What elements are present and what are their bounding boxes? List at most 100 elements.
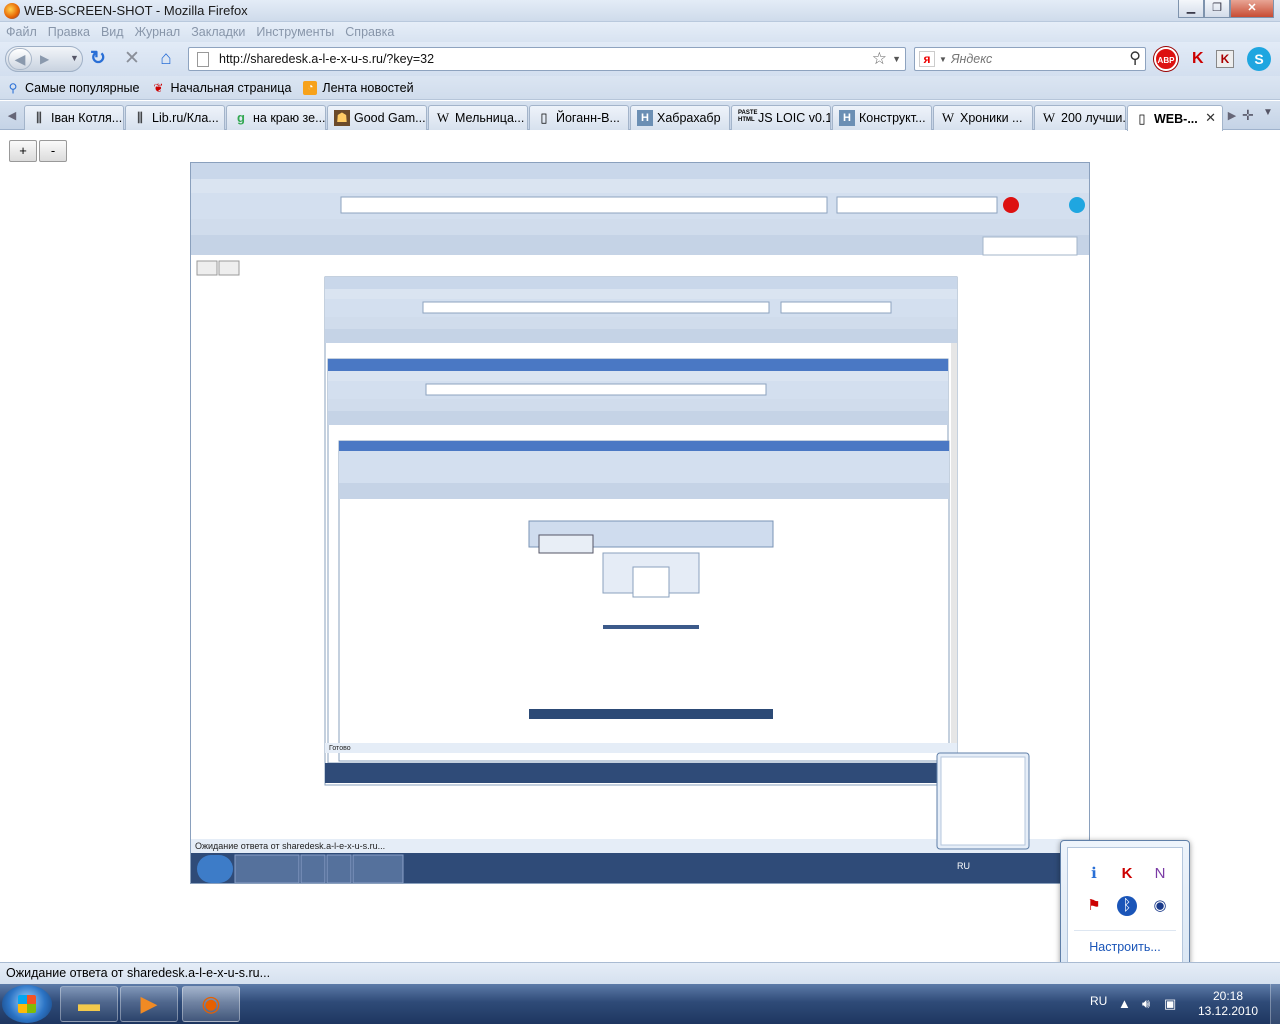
status-text: Ожидание ответа от sharedesk.a-l-e-x-u-s… xyxy=(6,966,271,980)
tab-na-krayu[interactable]: g на краю зе... xyxy=(226,105,326,130)
zoom-in-button[interactable]: + xyxy=(9,140,37,162)
menu-history[interactable]: Журнал xyxy=(135,25,181,39)
media-player-icon: ▶ xyxy=(140,991,158,1016)
bookmark-most-visited[interactable]: ⚲ Самые популярные xyxy=(6,80,140,95)
adblock-plus-icon[interactable]: ABP xyxy=(1154,47,1178,71)
show-hidden-icons-icon[interactable]: ▲ xyxy=(1118,996,1131,1011)
tab-web-screen-shot[interactable]: ▯ WEB-... ✕ xyxy=(1127,105,1223,131)
new-tab-icon[interactable]: ✛ xyxy=(1242,107,1254,124)
search-bar[interactable]: я ▼ ⚲ xyxy=(914,47,1146,71)
engine-dropdown-icon[interactable]: ▼ xyxy=(939,55,947,64)
window-controls: ▁ ❐ ✕ xyxy=(1178,0,1274,18)
network-icon[interactable]: ▣ xyxy=(1164,996,1176,1012)
tab-scroll-right-icon[interactable]: ▶ xyxy=(1222,105,1242,127)
tab-hroniki[interactable]: W Хроники ... xyxy=(933,105,1033,130)
tab-lib-ru[interactable]: ⫼ Lib.ru/Кла... xyxy=(125,105,225,130)
svg-text:RU: RU xyxy=(957,861,970,871)
zoom-out-button[interactable]: - xyxy=(39,140,67,162)
google-icon: g xyxy=(237,110,245,125)
bookmarks-toolbar: ⚲ Самые популярные ❦ Начальная страница … xyxy=(0,76,1280,100)
flag-error-icon[interactable]: ⚑ xyxy=(1084,896,1104,916)
smart-bookmarks-icon: ⚲ xyxy=(8,80,18,95)
tab-js-loic[interactable]: PASTE HTML JS LOIC v0.1 xyxy=(731,105,831,130)
nested-ready-text: Готово xyxy=(329,745,351,752)
menu-help[interactable]: Справка xyxy=(345,25,394,39)
tab-list-icon[interactable]: ▼ xyxy=(1263,107,1273,118)
stop-icon[interactable]: ✕ xyxy=(122,49,142,69)
tab-konstruktor[interactable]: H Конструкт... xyxy=(832,105,932,130)
minimize-button[interactable]: ▁ xyxy=(1178,0,1204,18)
bookmark-news-feed[interactable]: ◔ Лента новостей xyxy=(303,80,414,95)
search-icon[interactable]: ⚲ xyxy=(1129,48,1141,68)
bookmark-start-page[interactable]: ❦ Начальная страница xyxy=(151,81,291,95)
url-input[interactable] xyxy=(219,50,839,68)
back-button[interactable]: ◀ xyxy=(8,48,32,70)
clock-time: 20:18 xyxy=(1212,989,1244,1003)
nested-status-text: Ожидание ответа от sharedesk.a-l-e-x-u-s… xyxy=(195,841,386,851)
network-info-icon[interactable]: ℹ xyxy=(1084,864,1104,884)
taskbar-media-player[interactable]: ▶ xyxy=(120,986,178,1022)
game-icon: ☗ xyxy=(334,110,350,126)
tab-close-icon[interactable]: ✕ xyxy=(1205,110,1216,126)
home-icon[interactable]: ⌂ xyxy=(156,49,176,69)
search-input[interactable] xyxy=(951,50,1121,68)
tray-configure-link[interactable]: Настроить... xyxy=(1068,940,1182,954)
taskbar-firefox[interactable]: ◉ xyxy=(182,986,240,1022)
tab-johann[interactable]: ▯ Йоганн-В... xyxy=(529,105,629,130)
history-dropdown-icon[interactable]: ▼ xyxy=(70,53,79,63)
tab-200-luchshih[interactable]: W 200 лучши... xyxy=(1034,105,1126,130)
menu-tools[interactable]: Инструменты xyxy=(256,25,334,39)
firefox-logo-icon xyxy=(4,3,20,19)
wikipedia-icon: W xyxy=(436,110,450,125)
tab-melnitsa[interactable]: W Мельница... xyxy=(428,105,528,130)
clock-date: 13.12.2010 xyxy=(1197,1004,1259,1018)
pastehtml-icon: PASTE HTML xyxy=(738,110,758,123)
wikipedia-icon: W xyxy=(1042,110,1056,125)
language-indicator[interactable]: RU xyxy=(1090,994,1107,1008)
site-identity-icon[interactable] xyxy=(197,52,209,67)
close-button[interactable]: ✕ xyxy=(1230,0,1274,18)
menu-view[interactable]: Вид xyxy=(101,25,124,39)
tab-scroll-left-icon[interactable]: ◀ xyxy=(2,105,22,127)
tab-strip: ◀ ⫼ Іван Котля... ⫼ Lib.ru/Кла... g на к… xyxy=(0,101,1280,131)
bluetooth-icon[interactable]: ᛒ xyxy=(1117,896,1137,916)
window-title: WEB-SCREEN-SHOT - Mozilla Firefox xyxy=(24,3,248,18)
start-button[interactable] xyxy=(2,985,52,1023)
skype-icon[interactable]: S xyxy=(1247,47,1271,71)
habr-icon: H xyxy=(637,110,653,126)
tray-popup-divider xyxy=(1074,930,1176,931)
clock[interactable]: 20:18 13.12.2010 xyxy=(1190,989,1266,1019)
kaspersky-icon[interactable]: K xyxy=(1117,864,1137,884)
url-dropdown-icon[interactable]: ▼ xyxy=(892,54,901,64)
explorer-icon: ▬ xyxy=(78,991,100,1016)
taskbar-explorer[interactable]: ▬ xyxy=(60,986,118,1022)
tab-good-games[interactable]: ☗ Good Gam... xyxy=(327,105,427,130)
navigation-toolbar: ◀ ▶ ▼ ↻ ✕ ⌂ ☆ ▼ я ▼ ⚲ ABP K K S xyxy=(0,42,1280,76)
volume-icon[interactable]: 🔊︎ xyxy=(1142,996,1150,1012)
yandex-engine-icon[interactable]: я xyxy=(919,51,935,67)
wikipedia-icon: W xyxy=(941,110,955,125)
forward-button[interactable]: ▶ xyxy=(40,52,49,66)
nested-screenshot: RU Ожидание ответа от sharedesk.a-l-e-x-… xyxy=(190,162,1090,884)
menu-bookmarks[interactable]: Закладки xyxy=(191,25,245,39)
kaspersky-icon[interactable]: K xyxy=(1192,50,1204,68)
reload-icon[interactable]: ↻ xyxy=(88,49,108,69)
tab-habrahabr[interactable]: H Хабрахабр xyxy=(630,105,730,130)
kaspersky-vkbd-icon[interactable]: K xyxy=(1216,50,1234,68)
url-bar[interactable]: ☆ ▼ xyxy=(188,47,906,71)
show-desktop-button[interactable] xyxy=(1270,984,1280,1024)
menu-bar: Файл Правка Вид Журнал Закладки Инструме… xyxy=(0,22,1280,42)
status-bar: Ожидание ответа от sharedesk.a-l-e-x-u-s… xyxy=(0,962,1280,984)
tray-popup-body: ℹ K N ⚑ ᛒ ◉ Настроить... xyxy=(1067,847,1183,967)
windows-logo-icon xyxy=(18,995,36,1013)
onenote-icon[interactable]: N xyxy=(1150,864,1170,884)
tab-ivan-kotlya[interactable]: ⫼ Іван Котля... xyxy=(24,105,124,130)
bookmark-star-icon[interactable]: ☆ xyxy=(872,49,887,69)
eye-icon[interactable]: ◉ xyxy=(1150,896,1170,916)
menu-file[interactable]: Файл xyxy=(6,25,37,39)
restore-button[interactable]: ❐ xyxy=(1204,0,1230,18)
menu-edit[interactable]: Правка xyxy=(48,25,90,39)
windows-taskbar: ▬ ▶ ◉ RU ▲ 🔊︎ ▣ 20:18 13.12.2010 xyxy=(0,984,1280,1024)
back-forward-group: ◀ ▶ ▼ xyxy=(5,46,83,72)
rss-feed-icon: ◔ xyxy=(303,80,318,95)
